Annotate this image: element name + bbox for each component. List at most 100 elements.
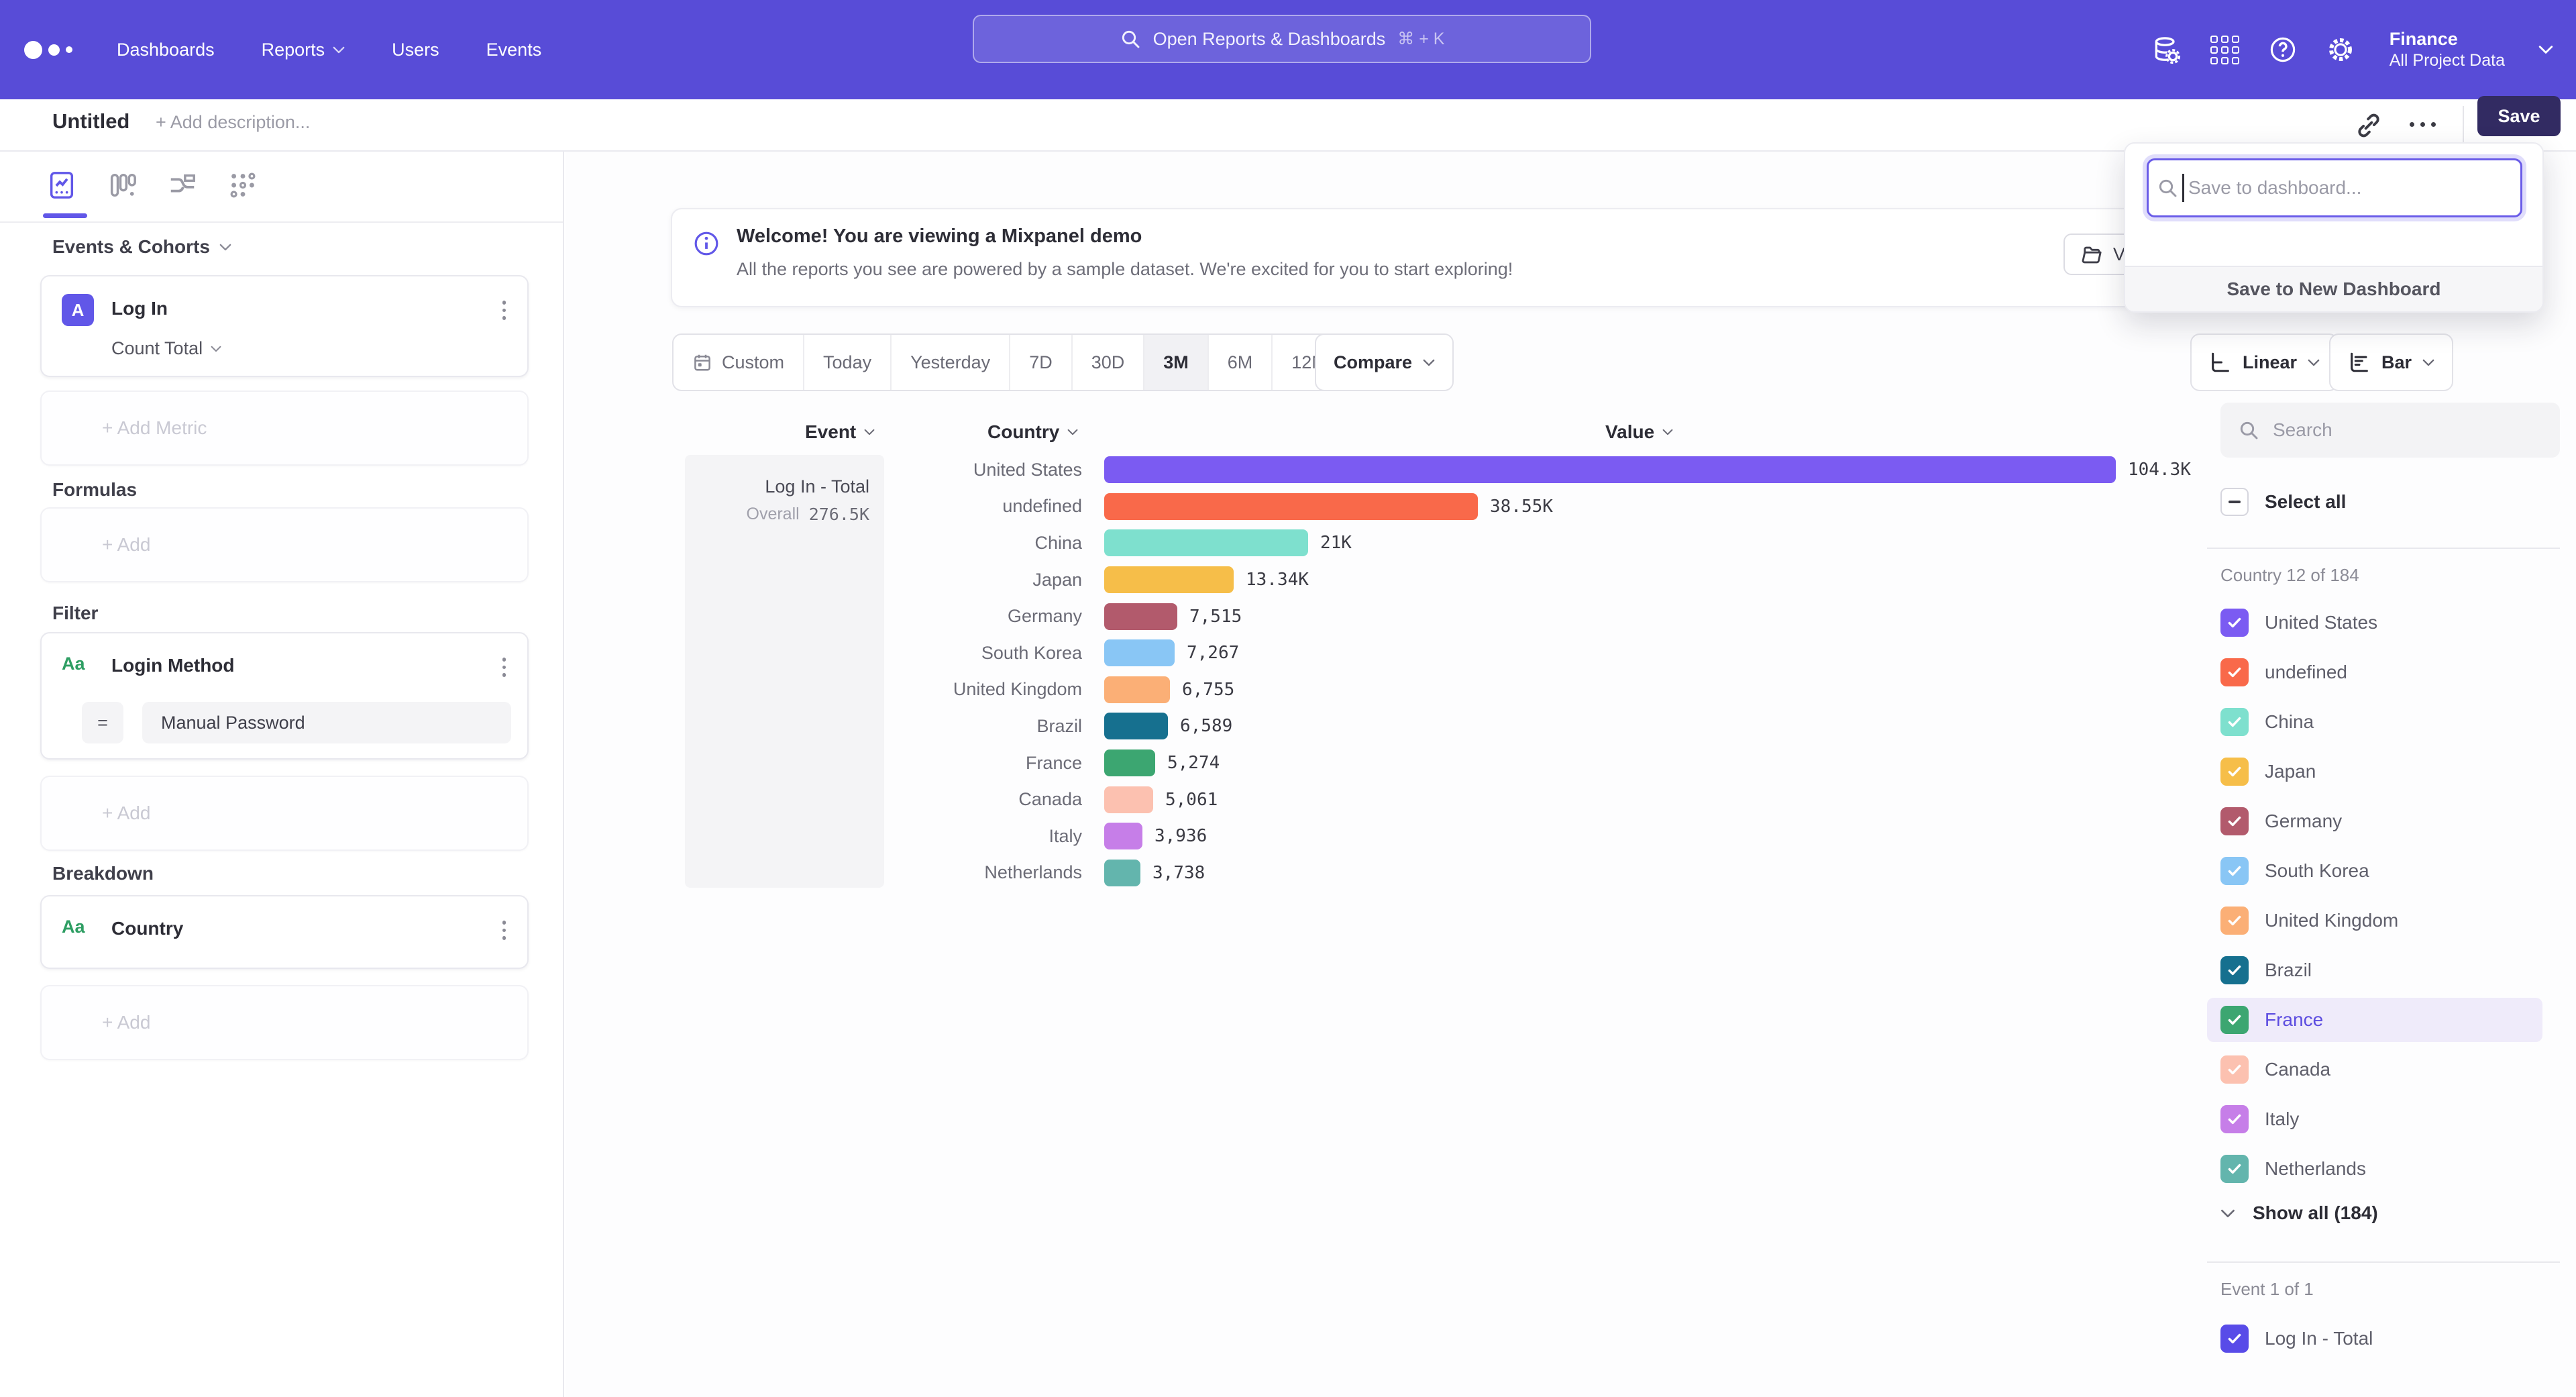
save-to-new-dashboard-button[interactable]: Save to New Dashboard (2125, 266, 2542, 311)
category-label: United Kingdom (685, 679, 1082, 700)
show-all-toggle[interactable]: Show all (184) (2220, 1202, 2378, 1224)
chevron-down-icon (864, 429, 875, 435)
range-custom[interactable]: Custom (674, 335, 803, 390)
formulas-section-label: Formulas (52, 479, 137, 501)
bar[interactable] (1104, 823, 1142, 849)
chart-row: France5,274 (685, 745, 2191, 782)
save-button[interactable]: Save (2477, 96, 2561, 136)
column-header-country[interactable]: Country (987, 421, 1078, 443)
legend-item-italy[interactable]: Italy (2207, 1097, 2542, 1141)
search-icon (1120, 28, 1141, 50)
range-30d[interactable]: 30D (1071, 335, 1144, 390)
kebab-menu-icon[interactable] (498, 297, 511, 324)
legend-search-input[interactable]: Search (2220, 403, 2560, 458)
legend-item-south-korea[interactable]: South Korea (2207, 849, 2542, 893)
filter-operator[interactable]: = (82, 702, 123, 743)
tab-funnels[interactable] (103, 166, 141, 204)
chevron-down-icon (219, 244, 231, 251)
filter-card[interactable]: Aa Login Method = Manual Password (40, 632, 529, 760)
add-filter-button[interactable]: + Add (40, 776, 529, 851)
chevron-down-icon (333, 46, 345, 54)
save-dashboard-search-input[interactable]: Save to dashboard... (2147, 158, 2522, 217)
settings-gear-icon[interactable] (2326, 36, 2355, 64)
breakdown-card[interactable]: Aa Country (40, 895, 529, 969)
legend-item-united-states[interactable]: United States (2207, 601, 2542, 645)
range-6m[interactable]: 6M (1208, 335, 1272, 390)
legend-item-brazil[interactable]: Brazil (2207, 948, 2542, 992)
global-search-button[interactable]: Open Reports & Dashboards ⌘ + K (973, 15, 1591, 63)
range-today[interactable]: Today (803, 335, 890, 390)
project-switcher[interactable]: Finance All Project Data (2390, 28, 2505, 72)
category-label: Germany (685, 606, 1082, 627)
bar[interactable] (1104, 676, 1170, 703)
add-description-placeholder[interactable]: + Add description... (156, 112, 310, 133)
report-title[interactable]: Untitled (52, 109, 129, 134)
value-label: 3,936 (1155, 826, 1207, 846)
kebab-menu-icon[interactable] (498, 654, 511, 681)
column-header-value[interactable]: Value (1605, 421, 1673, 443)
bar[interactable] (1104, 566, 1234, 593)
add-formula-button[interactable]: + Add (40, 507, 529, 582)
chart-type-selector[interactable]: Bar (2329, 333, 2453, 391)
chart-row: Netherlands3,738 (685, 855, 2191, 892)
nav-item-users[interactable]: Users (392, 40, 439, 60)
legend-item-netherlands[interactable]: Netherlands (2207, 1147, 2542, 1191)
range-yesterday[interactable]: Yesterday (890, 335, 1009, 390)
legend-item-japan[interactable]: Japan (2207, 749, 2542, 794)
aggregation-selector[interactable]: Count Total (111, 338, 221, 359)
bar[interactable] (1104, 749, 1155, 776)
metric-event-name[interactable]: Log In (111, 298, 168, 319)
tab-retention[interactable] (224, 166, 262, 204)
bar[interactable] (1104, 860, 1140, 886)
bar-chart-icon (2348, 351, 2371, 374)
chart-row: Japan13.34K (685, 562, 2191, 599)
legend-item-china[interactable]: China (2207, 700, 2542, 744)
tab-flows[interactable] (164, 166, 201, 204)
add-breakdown-button[interactable]: + Add (40, 985, 529, 1060)
category-label: United States (685, 460, 1082, 480)
event-legend-item[interactable]: Log In - Total (2207, 1316, 2373, 1361)
tab-insights[interactable] (43, 166, 80, 204)
data-management-icon[interactable] (2151, 35, 2181, 64)
help-icon[interactable] (2269, 36, 2297, 64)
event-group-header: Event 1 of 1 (2220, 1279, 2314, 1300)
bar[interactable] (1104, 456, 2116, 483)
bar[interactable] (1104, 603, 1177, 630)
scale-selector[interactable]: Linear (2190, 333, 2339, 391)
bar[interactable] (1104, 639, 1175, 666)
legend-item-france[interactable]: France (2207, 998, 2542, 1042)
breakdown-property-name[interactable]: Country (111, 918, 183, 939)
copy-link-icon[interactable] (2355, 111, 2383, 140)
mixpanel-logo[interactable] (24, 41, 98, 59)
nav-item-reports[interactable]: Reports (262, 40, 345, 60)
select-all-checkbox[interactable]: Select all (2220, 488, 2346, 516)
bar[interactable] (1104, 529, 1308, 556)
search-icon (2238, 419, 2259, 441)
metric-card[interactable]: A Log In Count Total (40, 275, 529, 377)
project-name: Finance (2390, 28, 2505, 51)
value-label: 38.55K (1490, 497, 1553, 517)
bar[interactable] (1104, 493, 1478, 520)
add-metric-button[interactable]: + Add Metric (40, 391, 529, 466)
apps-grid-icon[interactable] (2210, 36, 2239, 64)
legend-item-germany[interactable]: Germany (2207, 799, 2542, 843)
range-7d[interactable]: 7D (1009, 335, 1071, 390)
nav-item-dashboards[interactable]: Dashboards (117, 40, 215, 60)
filter-property-name[interactable]: Login Method (111, 655, 235, 676)
checked-checkbox-icon (2220, 1006, 2249, 1034)
legend-item-united-kingdom[interactable]: United Kingdom (2207, 898, 2542, 943)
range-3m[interactable]: 3M (1143, 335, 1208, 390)
column-header-event[interactable]: Event (805, 421, 875, 443)
more-options-icon[interactable] (2410, 122, 2436, 127)
bar[interactable] (1104, 786, 1153, 813)
kebab-menu-icon[interactable] (498, 917, 511, 944)
nav-item-events[interactable]: Events (486, 40, 542, 60)
checked-checkbox-icon (2220, 807, 2249, 835)
events-section-label[interactable]: Events & Cohorts (52, 236, 231, 258)
checked-checkbox-icon (2220, 758, 2249, 786)
compare-button[interactable]: Compare (1315, 333, 1454, 391)
bar[interactable] (1104, 713, 1168, 739)
legend-item-undefined[interactable]: undefined (2207, 650, 2542, 694)
filter-value-field[interactable]: Manual Password (142, 702, 511, 743)
legend-item-canada[interactable]: Canada (2207, 1047, 2542, 1092)
